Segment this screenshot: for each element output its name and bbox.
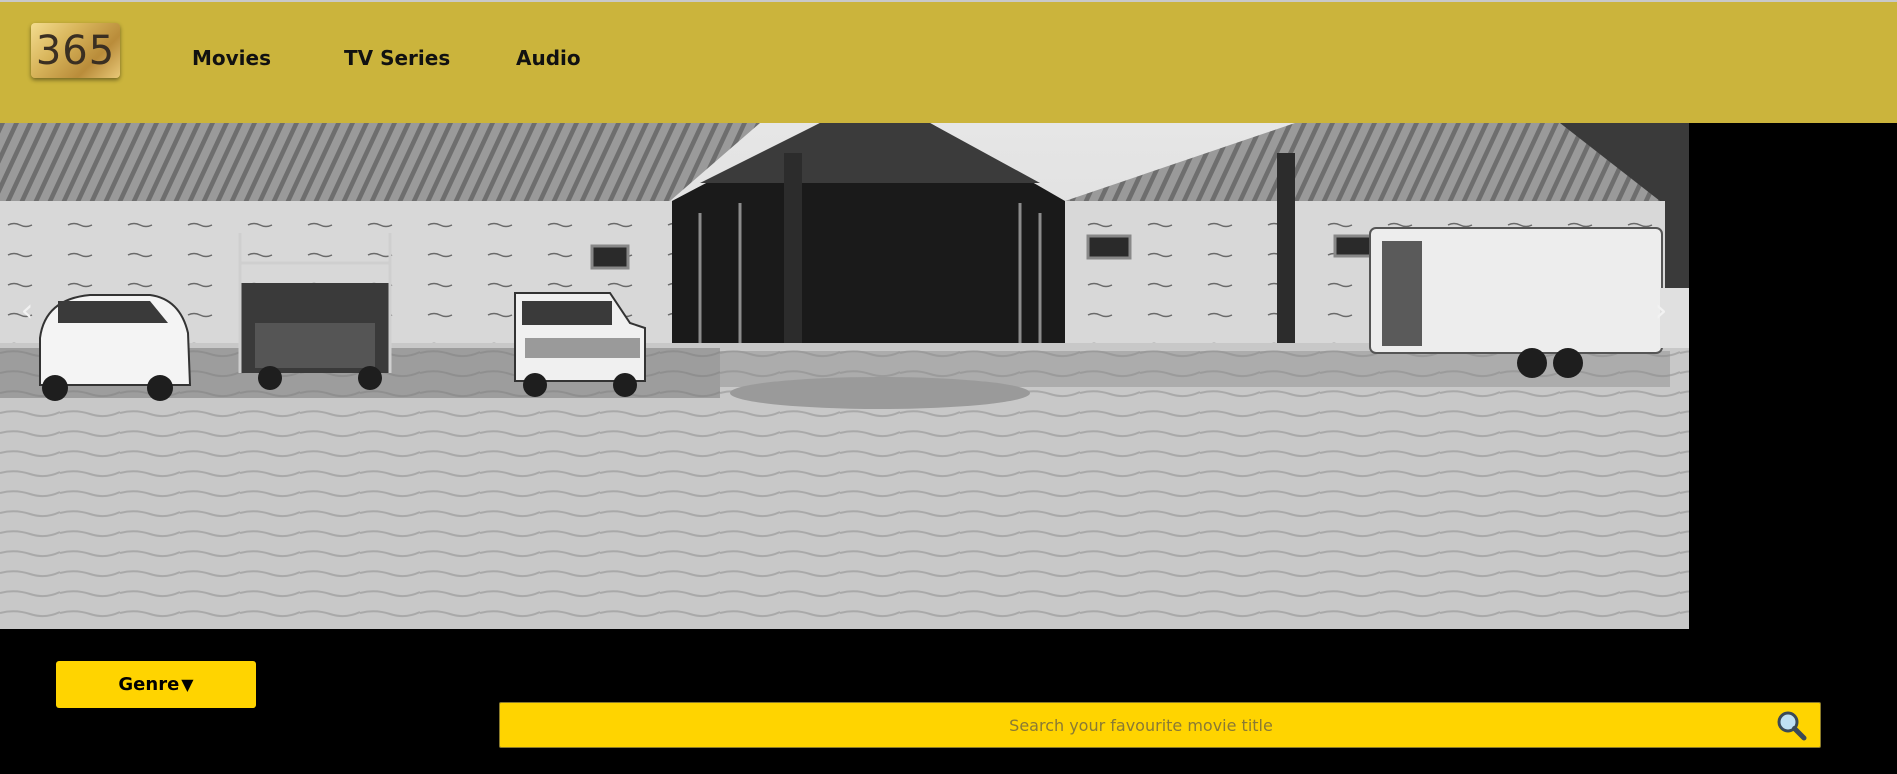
nav-tv-series[interactable]: TV Series [344,46,450,74]
carousel-prev-arrow[interactable]: ‹ [12,286,42,334]
magnifier-icon [1777,711,1807,741]
genre-dropdown-button[interactable]: Genre ▼ [56,661,256,708]
search-input[interactable] [500,703,1762,747]
hero-carousel [0,123,1689,629]
search-button[interactable] [1762,703,1820,747]
nav-audio[interactable]: Audio [516,46,581,74]
hero-slide-image [0,123,1689,629]
site-logo[interactable]: 365 [31,23,120,78]
carousel-next-arrow[interactable]: › [1646,286,1676,334]
logo-text: 365 [35,27,116,74]
caret-down-icon: ▼ [181,675,194,694]
genre-label: Genre [118,674,180,695]
search-bar [499,702,1821,748]
nav-movies[interactable]: Movies [192,46,271,74]
site-header: 365 Movies TV Series Audio [0,2,1897,123]
